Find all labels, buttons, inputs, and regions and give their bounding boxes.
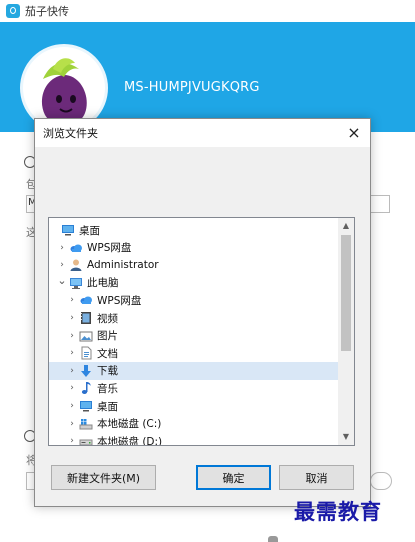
dialog-title: 浏览文件夹 — [43, 127, 98, 140]
tree-item-label: WPS网盘 — [97, 294, 142, 307]
path-input-right[interactable] — [370, 195, 390, 213]
app-titlebar: 茄子快传 — [0, 0, 415, 22]
tree-item[interactable]: › WPS网盘 — [49, 239, 339, 257]
scroll-down-icon[interactable]: ▼ — [338, 429, 354, 445]
app-logo-icon — [6, 4, 20, 18]
new-folder-button[interactable]: 新建文件夹(M) — [51, 465, 156, 490]
tree-item[interactable]: › 本地磁盘 (D:) — [49, 432, 339, 446]
tree-item[interactable]: › 桌面 — [49, 397, 339, 415]
computer-icon — [69, 276, 83, 290]
tree-item[interactable]: › 本地磁盘 (C:) — [49, 415, 339, 433]
chevron-right-icon[interactable]: › — [57, 239, 67, 257]
desktop-icon — [61, 223, 75, 237]
tree-item[interactable]: › 文档 — [49, 344, 339, 362]
tree-item[interactable]: › Administrator — [49, 256, 339, 274]
tree-item[interactable]: › 音乐 — [49, 379, 339, 397]
chevron-right-icon[interactable]: › — [67, 415, 77, 433]
chevron-right-icon[interactable]: › — [67, 291, 77, 309]
device-name: MS-HUMPJVUGKQRG — [124, 80, 260, 95]
bottom-bar-icon — [268, 536, 278, 542]
tree-item-label: WPS网盘 — [87, 242, 132, 255]
chevron-right-icon[interactable]: › — [67, 362, 77, 380]
ok-button[interactable]: 确定 — [196, 465, 271, 490]
tree-item[interactable]: › 视频 — [49, 309, 339, 327]
folder-input-right[interactable] — [370, 472, 392, 490]
chevron-right-icon[interactable]: › — [67, 344, 77, 362]
watermark: 最需教育 — [294, 499, 382, 524]
drive-icon — [79, 434, 93, 445]
music-icon — [79, 381, 93, 395]
tree-item-label: 文档 — [97, 347, 118, 360]
chevron-right-icon[interactable]: › — [67, 379, 77, 397]
cloud-icon — [69, 241, 83, 255]
tree-item-label: 本地磁盘 (C:) — [97, 418, 162, 431]
scroll-up-icon[interactable]: ▲ — [338, 218, 354, 234]
app-header: MS-HUMPJVUGKQRG 设置 — [0, 22, 415, 145]
tree-scrollbar[interactable]: ▲ ▼ — [338, 218, 354, 445]
close-icon[interactable]: × — [344, 123, 364, 143]
pictures-folder-icon — [79, 329, 93, 343]
desktop-icon — [79, 399, 93, 413]
tree-item-label: 桌面 — [97, 400, 118, 413]
chevron-right-icon[interactable]: › — [67, 327, 77, 345]
folder-tree[interactable]: 桌面 › WPS网盘 › Administrator ⌄ 此电脑 › WPS网盘 › 视频 › 图片 › 文… — [48, 217, 355, 446]
tree-item-label: Administrator — [87, 259, 159, 272]
windows-drive-icon — [79, 417, 93, 431]
app-title: 茄子快传 — [25, 5, 69, 18]
cloud-icon — [79, 293, 93, 307]
video-folder-icon — [79, 311, 93, 325]
dialog-titlebar: 浏览文件夹 × — [35, 119, 370, 147]
browse-folder-dialog: 浏览文件夹 × 桌面 › WPS网盘 › Administrator ⌄ 此电脑 › WPS网盘… — [34, 118, 371, 507]
tree-item[interactable]: › 下载 — [49, 361, 339, 380]
tree-item-label: 视频 — [97, 312, 118, 325]
tree-item-label: 本地磁盘 (D:) — [97, 435, 163, 446]
chevron-right-icon[interactable]: › — [67, 309, 77, 327]
tree-item[interactable]: ⌄ 此电脑 — [49, 274, 339, 292]
tree-item-label: 图片 — [97, 330, 118, 343]
chevron-right-icon[interactable]: › — [67, 397, 77, 415]
tree-item[interactable]: › 图片 — [49, 327, 339, 345]
chevron-down-icon[interactable]: ⌄ — [57, 272, 67, 290]
eggplant-avatar-icon — [41, 58, 87, 126]
tree-item-label: 下载 — [97, 365, 118, 378]
tree-item-label: 此电脑 — [87, 277, 119, 290]
tree-item[interactable]: › WPS网盘 — [49, 291, 339, 309]
scrollbar-thumb[interactable] — [341, 235, 351, 351]
chevron-right-icon[interactable]: › — [67, 432, 77, 445]
cancel-button[interactable]: 取消 — [279, 465, 354, 490]
user-icon — [69, 258, 83, 272]
documents-folder-icon — [79, 346, 93, 360]
tree-item-label: 音乐 — [97, 382, 118, 395]
download-icon — [79, 364, 93, 378]
tree-item[interactable]: 桌面 — [49, 221, 339, 239]
tree-item-label: 桌面 — [79, 224, 100, 237]
